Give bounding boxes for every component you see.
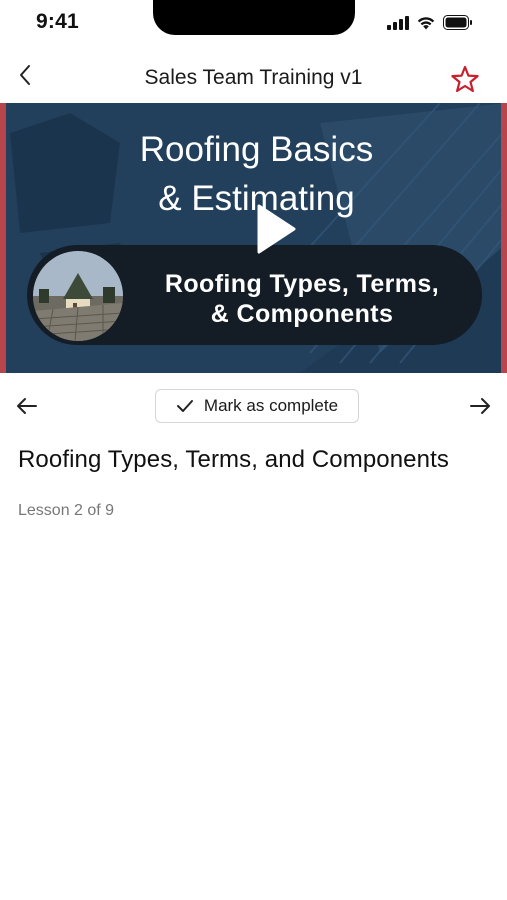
wifi-icon <box>417 17 435 30</box>
play-icon <box>257 204 296 254</box>
play-button[interactable] <box>255 203 297 255</box>
lesson-navigation: Mark as complete <box>0 388 507 424</box>
previous-lesson-button[interactable] <box>14 393 40 419</box>
star-outline-icon <box>451 65 479 93</box>
next-lesson-button[interactable] <box>467 393 493 419</box>
lesson-progress-text: Lesson 2 of 9 <box>18 502 115 519</box>
video-title-line1: Roofing Basics <box>139 130 374 169</box>
battery-icon <box>443 15 472 30</box>
checkmark-icon <box>176 400 193 412</box>
arrow-left-icon <box>17 398 37 414</box>
header: Sales Team Training v1 <box>0 56 507 102</box>
video-subtitle-line1: Roofing Types, Terms, <box>164 270 440 298</box>
video-subtitle-line2: & Components <box>210 300 394 328</box>
device-notch <box>153 0 355 35</box>
page-title: Sales Team Training v1 <box>144 66 363 89</box>
signal-icon <box>387 15 409 30</box>
video-player[interactable]: Roofing Basics & Estimating Roofing Type… <box>0 103 507 373</box>
status-time: 9:41 <box>36 10 79 33</box>
mark-complete-button[interactable]: Mark as complete <box>155 389 359 423</box>
favorite-button[interactable] <box>449 64 481 96</box>
house-thumbnail-image <box>33 251 123 341</box>
mark-complete-label: Mark as complete <box>203 396 339 415</box>
status-bar: 9:41 <box>0 0 507 46</box>
status-icons <box>387 15 473 30</box>
lesson-title: Roofing Types, Terms, and Components <box>18 446 449 473</box>
arrow-right-icon <box>470 398 490 414</box>
